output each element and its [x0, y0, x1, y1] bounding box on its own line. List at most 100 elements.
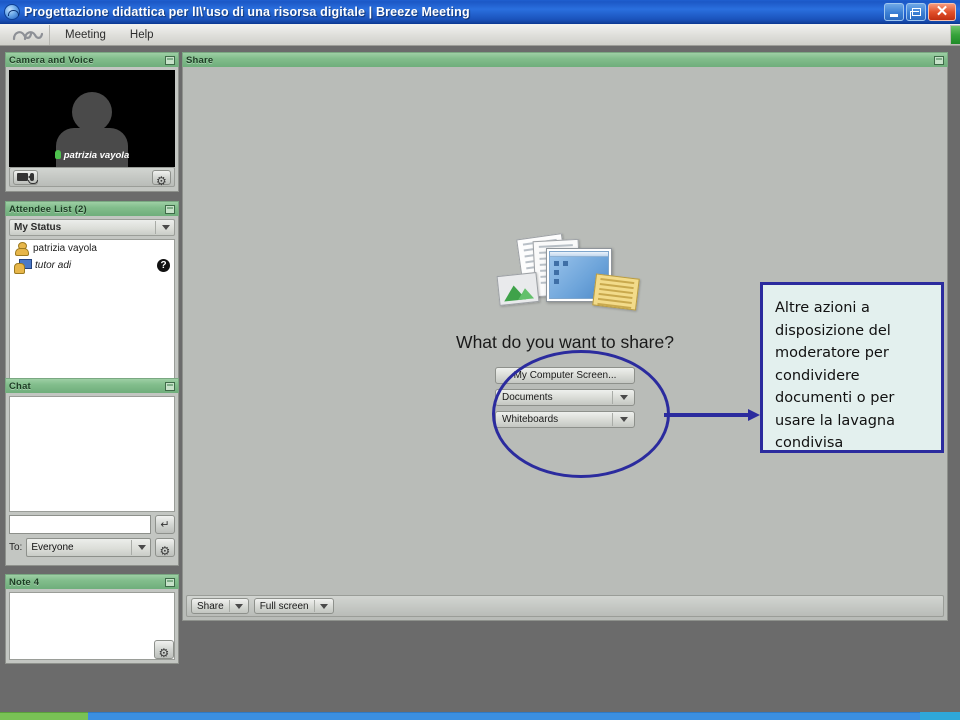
chat-input-row: ↵: [9, 515, 175, 534]
camera-pod-title: Camera and Voice: [9, 54, 94, 66]
chat-pod-title: Chat: [9, 380, 31, 392]
full-screen-button[interactable]: Full screen: [253, 598, 334, 614]
restore-icon[interactable]: [165, 577, 175, 587]
menu-item-help[interactable]: Help: [121, 26, 163, 44]
note-pod-title: Note 4: [9, 576, 40, 588]
camera-and-voice-pod: Camera and Voice patrizia vayola: [5, 52, 179, 192]
gear-icon: [160, 542, 171, 553]
chat-pod-header: Chat: [5, 378, 179, 393]
caret-down-glyph: [234, 603, 243, 609]
workspace: Camera and Voice patrizia vayola ⚙ Atten…: [0, 46, 960, 704]
image-icon: [496, 271, 540, 307]
full-screen-button-label: Full screen: [259, 600, 309, 612]
note-pod-header: Note 4: [5, 574, 179, 589]
chevron-down-icon[interactable]: [155, 221, 170, 234]
title-bar: Progettazione didattica per lI\'uso di u…: [0, 0, 960, 24]
share-toolbar: Share Full screen: [186, 595, 944, 617]
chat-recipient-dropdown[interactable]: Everyone: [26, 538, 151, 557]
chat-recipient-value: Everyone: [31, 542, 74, 553]
restore-icon[interactable]: [165, 381, 175, 391]
microphone-icon: [28, 173, 38, 184]
chevron-down-icon[interactable]: [612, 391, 628, 404]
chevron-down-icon[interactable]: [228, 600, 243, 612]
caret-down-glyph: [138, 545, 146, 550]
chat-settings-button[interactable]: [155, 538, 175, 557]
attendee-list[interactable]: patrizia vayola tutor adi ?: [9, 239, 175, 384]
camera-icon: [17, 173, 32, 181]
restore-icon[interactable]: [934, 55, 944, 65]
share-my-computer-screen-button[interactable]: My Computer Screen...: [495, 367, 635, 384]
camera-speaker-label: patrizia vayola: [9, 150, 175, 161]
chat-input[interactable]: [9, 515, 151, 534]
chat-pod: Chat ↵ To: Everyone: [5, 378, 179, 566]
share-button-label: Share: [197, 600, 224, 612]
close-icon: ✕: [935, 2, 949, 20]
close-button[interactable]: ✕: [928, 2, 956, 21]
minimize-button[interactable]: [884, 2, 904, 21]
breeze-logo-icon: [8, 24, 50, 45]
my-status-label: My Status: [14, 222, 62, 233]
note-pod-body: [5, 589, 179, 664]
camera-pod-body: patrizia vayola: [5, 67, 179, 192]
annotation-text: Altre azioni a disposizione del moderato…: [775, 300, 895, 451]
avatar-icon: [72, 92, 112, 132]
arrow-shaft: [664, 413, 750, 417]
avatar-body-icon: [56, 128, 128, 167]
camera-settings-button[interactable]: [152, 169, 171, 185]
presenter-icon: [14, 259, 32, 274]
note-settings-button[interactable]: [154, 640, 174, 659]
status-badge: ?: [157, 259, 170, 272]
chevron-down-icon[interactable]: [131, 540, 146, 555]
chevron-down-icon[interactable]: [313, 600, 328, 612]
share-documents-button[interactable]: Documents: [495, 389, 635, 406]
note-text-area[interactable]: [9, 592, 175, 660]
arrow-head-icon: [748, 408, 760, 421]
send-message-button[interactable]: ↵: [155, 515, 175, 534]
maximize-button[interactable]: [906, 2, 926, 21]
list-item[interactable]: tutor adi ?: [10, 257, 174, 274]
speaker-name: patrizia vayola: [63, 150, 130, 161]
share-options: My Computer Screen... Documents Whiteboa…: [495, 367, 635, 428]
attendee-name: tutor adi: [35, 260, 72, 271]
presentation-icon: [592, 273, 640, 311]
share-option-label: My Computer Screen...: [513, 370, 617, 381]
connection-indicator: [950, 24, 960, 45]
host-icon: [14, 242, 29, 256]
status-strip-green: [0, 712, 88, 720]
chat-to-label: To:: [9, 542, 23, 553]
share-pod-header: Share: [182, 52, 948, 67]
caret-down-glyph: [319, 603, 328, 609]
camera-mic-toggle-button[interactable]: [13, 169, 38, 185]
attendee-pod-header: Attendee List (2): [5, 201, 179, 216]
restore-icon[interactable]: [165, 204, 175, 214]
chat-message-area: [9, 396, 175, 512]
camera-pod-header: Camera and Voice: [5, 52, 179, 67]
microphone-active-icon: [54, 150, 61, 159]
chat-recipient-row: To: Everyone: [9, 538, 175, 557]
caret-down-glyph: [162, 225, 170, 230]
enter-arrow-icon: ↵: [160, 519, 170, 531]
menu-item-meeting[interactable]: Meeting: [56, 26, 115, 44]
caret-down-glyph: [620, 395, 628, 400]
breeze-logo-icon: [4, 3, 20, 20]
application-window: Progettazione didattica per lI\'uso di u…: [0, 0, 960, 720]
share-whiteboards-button[interactable]: Whiteboards: [495, 411, 635, 428]
share-pod-title: Share: [186, 54, 214, 66]
share-button[interactable]: Share: [191, 598, 249, 614]
gear-icon: [159, 644, 170, 655]
annotation-callout-box: Altre azioni a disposizione del moderato…: [760, 282, 944, 453]
chat-pod-body: ↵ To: Everyone: [5, 393, 179, 566]
minimize-icon: [890, 13, 898, 17]
share-question-text: What do you want to share?: [456, 332, 674, 352]
share-option-label: Documents: [502, 392, 553, 403]
menu-bar: Meeting Help: [0, 24, 960, 46]
share-option-label: Whiteboards: [502, 414, 559, 425]
list-item[interactable]: patrizia vayola: [10, 240, 174, 257]
caret-down-glyph: [620, 417, 628, 422]
camera-toolbar: [9, 167, 175, 187]
chevron-down-icon[interactable]: [612, 413, 628, 426]
maximize-icon: [909, 7, 921, 19]
my-status-dropdown[interactable]: My Status: [9, 219, 175, 236]
camera-video-area: patrizia vayola: [9, 70, 175, 167]
restore-icon[interactable]: [165, 55, 175, 65]
